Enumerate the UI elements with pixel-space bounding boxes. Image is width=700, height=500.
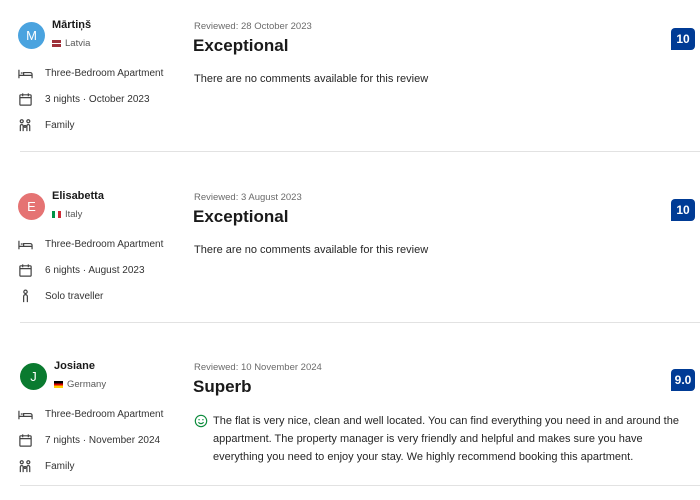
smiley-positive-icon bbox=[194, 414, 208, 428]
family-icon bbox=[18, 459, 33, 474]
reviewer-country: Latvia bbox=[52, 38, 90, 49]
stay-row: 6 nights · August 2023 bbox=[18, 263, 145, 278]
stay-row: 7 nights · November 2024 bbox=[18, 433, 160, 448]
germany-flag-icon bbox=[54, 381, 63, 388]
country-label: Germany bbox=[67, 379, 107, 390]
review-comment: There are no comments available for this… bbox=[194, 73, 429, 85]
divider bbox=[20, 485, 700, 486]
reviewer-country: Germany bbox=[54, 379, 106, 390]
bed-icon bbox=[18, 66, 33, 81]
reviewer-name: Mārtiņš bbox=[52, 19, 92, 31]
family-icon bbox=[18, 118, 33, 133]
room-type-row: Three-Bedroom Apartment bbox=[18, 407, 163, 422]
review-comment: There are no comments available for this… bbox=[194, 244, 429, 256]
avatar: M bbox=[18, 22, 45, 49]
review-headline: Exceptional bbox=[193, 36, 289, 55]
room-type: Three-Bedroom Apartment bbox=[45, 68, 164, 79]
review-card: J Josiane Germany Three-Bedroom Apartmen… bbox=[0, 341, 700, 485]
reviewer-name: Josiane bbox=[54, 360, 95, 372]
latvia-flag-icon bbox=[52, 40, 61, 47]
reviewer-country: Italy bbox=[52, 209, 82, 220]
traveller-type: Solo traveller bbox=[45, 291, 104, 302]
score-badge: 10 bbox=[671, 28, 695, 50]
review-card: E Elisabetta Italy Three-Bedroom Apartme… bbox=[0, 171, 700, 323]
review-comment: The flat is very nice, clean and well lo… bbox=[213, 415, 679, 463]
divider bbox=[20, 151, 700, 152]
country-label: Latvia bbox=[65, 38, 91, 49]
room-type: Three-Bedroom Apartment bbox=[45, 409, 164, 420]
score-badge: 9.0 bbox=[671, 369, 695, 391]
calendar-icon bbox=[18, 263, 33, 278]
traveller-type: Family bbox=[45, 461, 75, 472]
review-date: Reviewed: 28 October 2023 bbox=[194, 21, 312, 32]
review-date: Reviewed: 3 August 2023 bbox=[194, 192, 302, 203]
room-type: Three-Bedroom Apartment bbox=[45, 239, 164, 250]
room-type-row: Three-Bedroom Apartment bbox=[18, 66, 163, 81]
stay-duration: 3 nights · October 2023 bbox=[45, 94, 150, 105]
stay-duration: 7 nights · November 2024 bbox=[45, 435, 161, 446]
review-headline: Superb bbox=[193, 377, 252, 396]
stay-duration: 6 nights · August 2023 bbox=[45, 265, 145, 276]
stay-row: 3 nights · October 2023 bbox=[18, 92, 150, 107]
traveller-type: Family bbox=[45, 120, 75, 131]
traveller-row: Family bbox=[18, 118, 74, 133]
italy-flag-icon bbox=[52, 211, 61, 218]
review-date: Reviewed: 10 November 2024 bbox=[194, 362, 322, 373]
bed-icon bbox=[18, 407, 33, 422]
country-label: Italy bbox=[65, 209, 83, 220]
room-type-row: Three-Bedroom Apartment bbox=[18, 237, 163, 252]
traveller-row: Family bbox=[18, 459, 74, 474]
review-card: M Mārtiņš Latvia Three-Bedroom Apartment… bbox=[0, 0, 700, 152]
avatar: J bbox=[20, 363, 47, 390]
bed-icon bbox=[18, 237, 33, 252]
solo-traveller-icon bbox=[18, 289, 33, 304]
score-badge: 10 bbox=[671, 199, 695, 221]
divider bbox=[20, 322, 700, 323]
reviewer-name: Elisabetta bbox=[52, 190, 104, 202]
avatar: E bbox=[18, 193, 45, 220]
calendar-icon bbox=[18, 433, 33, 448]
calendar-icon bbox=[18, 92, 33, 107]
traveller-row: Solo traveller bbox=[18, 289, 103, 304]
review-headline: Exceptional bbox=[193, 207, 289, 226]
